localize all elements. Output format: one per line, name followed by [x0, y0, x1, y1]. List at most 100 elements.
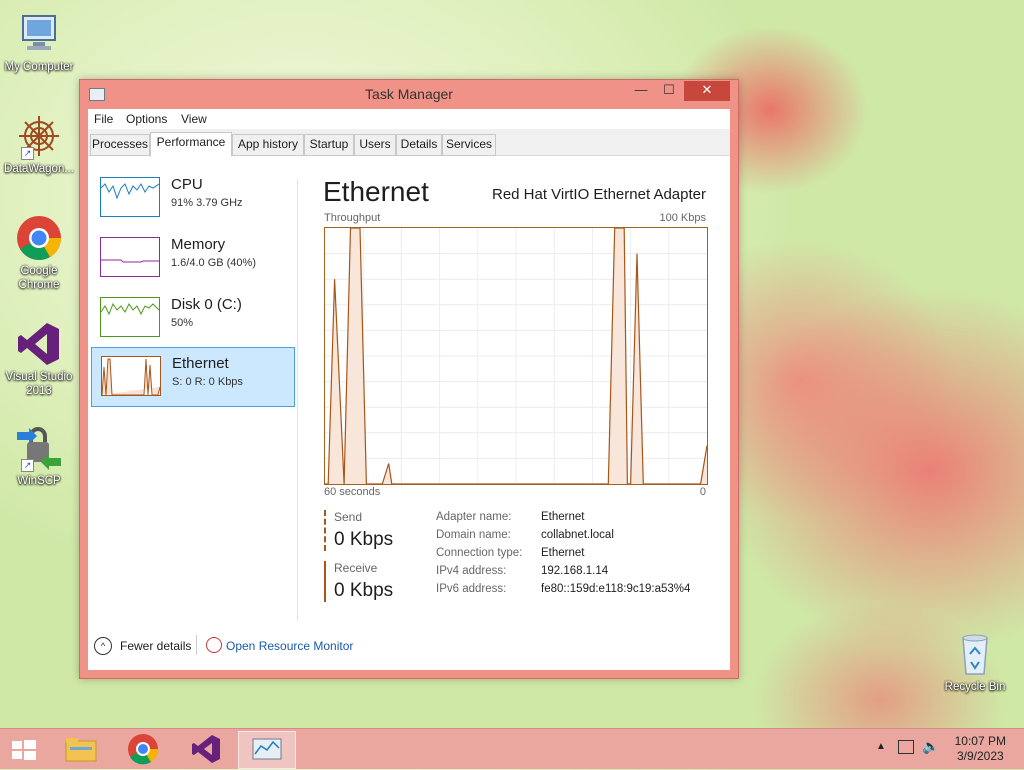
- desktop-icon-my-computer[interactable]: My Computer: [0, 10, 78, 74]
- title-bar[interactable]: Task Manager — ☐ ✕: [80, 80, 738, 108]
- desktop-icon-winscp[interactable]: ↗ WinSCP: [0, 424, 78, 488]
- network-icon[interactable]: [898, 740, 914, 754]
- desktop-icon-google-chrome[interactable]: Google Chrome: [0, 214, 78, 292]
- task-manager-icon: [252, 738, 282, 760]
- receive-stat: Receive 0 Kbps: [324, 561, 416, 602]
- desktop-icon-datawagon[interactable]: ↗ DataWagon...: [0, 112, 78, 176]
- open-resource-monitor-link[interactable]: Open Resource Monitor: [226, 639, 353, 653]
- tab-users[interactable]: Users: [354, 134, 396, 156]
- desktop-icon-label: Google Chrome: [18, 265, 60, 291]
- detail-value: Ethernet: [541, 511, 585, 523]
- send-value: 0 Kbps: [334, 529, 394, 550]
- sidebar-item-title: Memory: [171, 236, 226, 253]
- maximize-button[interactable]: ☐: [656, 81, 682, 101]
- winscp-icon: ↗: [15, 424, 63, 472]
- sidebar-item-title: Ethernet: [172, 355, 229, 372]
- detail-value: 192.168.1.14: [541, 565, 609, 577]
- x-axis-right-label: 0: [699, 486, 706, 498]
- detail-key: IPv6 address:: [436, 583, 507, 595]
- receive-value: 0 Kbps: [334, 580, 394, 601]
- windows-logo-icon: [12, 740, 36, 760]
- taskbar: ▲ 🔈 10:07 PM 3/9/2023: [0, 728, 1024, 769]
- recycle-bin-icon: [951, 630, 999, 678]
- datawagon-icon: ↗: [15, 112, 63, 160]
- detail-value: Ethernet: [541, 547, 585, 559]
- tab-services[interactable]: Services: [442, 134, 496, 156]
- chrome-icon: [15, 214, 63, 262]
- desktop-icon-visual-studio[interactable]: Visual Studio 2013: [0, 320, 78, 398]
- sidebar-item-subtitle: S: 0 R: 0 Kbps: [172, 376, 243, 388]
- tab-startup[interactable]: Startup: [304, 134, 354, 156]
- sidebar-item-title: Disk 0 (C:): [171, 296, 242, 313]
- minimize-button[interactable]: —: [628, 81, 654, 101]
- sidebar-item-cpu[interactable]: CPU 91% 3.79 GHz: [91, 169, 293, 227]
- send-stat: Send 0 Kbps: [324, 510, 416, 551]
- taskbar-file-explorer[interactable]: [56, 731, 106, 767]
- disk-thumbnail-graph: [100, 297, 160, 337]
- throughput-label: Throughput: [324, 212, 381, 224]
- detail-key: Adapter name:: [436, 511, 512, 523]
- sidebar-item-disk[interactable]: Disk 0 (C:) 50%: [91, 289, 293, 347]
- show-hidden-icons-button[interactable]: ▲: [876, 741, 886, 752]
- visual-studio-icon: [192, 735, 220, 763]
- desktop-icon-recycle-bin[interactable]: Recycle Bin: [936, 630, 1014, 694]
- desktop-icon-label: DataWagon...: [4, 163, 74, 175]
- x-axis-left-label: 60 seconds: [324, 486, 381, 498]
- taskbar-chrome[interactable]: [118, 731, 168, 767]
- resource-monitor-icon: [206, 637, 222, 653]
- computer-icon: [15, 10, 63, 58]
- sidebar-item-subtitle: 91% 3.79 GHz: [171, 197, 243, 209]
- detail-value: collabnet.local: [541, 529, 614, 541]
- footer-divider: [196, 635, 197, 655]
- tab-app-history[interactable]: App history: [232, 134, 304, 156]
- chrome-icon: [128, 734, 159, 765]
- memory-thumbnail-graph: [100, 237, 160, 277]
- adapter-name-heading: Red Hat VirtIO Ethernet Adapter: [491, 186, 706, 203]
- desktop-icon-label: WinSCP: [17, 475, 61, 487]
- sidebar-item-subtitle: 50%: [171, 317, 194, 329]
- visual-studio-icon: [15, 320, 63, 368]
- send-label: Send: [334, 510, 363, 524]
- detail-key: Connection type:: [436, 547, 523, 559]
- shortcut-arrow-icon: ↗: [21, 459, 34, 472]
- tab-processes[interactable]: Processes: [90, 134, 150, 156]
- page-title: Ethernet: [323, 176, 429, 207]
- sidebar-item-memory[interactable]: Memory 1.6/4.0 GB (40%): [91, 229, 293, 287]
- window-client: File Options View Processes Performance …: [88, 109, 730, 670]
- throughput-graph-svg: [325, 227, 708, 485]
- fewer-details-button[interactable]: Fewer details: [120, 639, 191, 653]
- tab-performance[interactable]: Performance: [150, 132, 232, 157]
- menu-file[interactable]: File: [94, 112, 113, 126]
- max-value-label: 100 Kbps: [659, 212, 706, 224]
- throughput-graph: [324, 227, 708, 485]
- tab-strip: Processes Performance App history Startu…: [88, 129, 730, 157]
- desktop-icon-label: Visual Studio 2013: [5, 371, 73, 397]
- task-manager-window[interactable]: Task Manager — ☐ ✕ File Options View Pro…: [79, 79, 739, 679]
- close-button[interactable]: ✕: [684, 81, 730, 101]
- sidebar-item-ethernet[interactable]: Ethernet S: 0 R: 0 Kbps: [91, 347, 295, 407]
- menu-options[interactable]: Options: [126, 112, 167, 126]
- detail-key: IPv4 address:: [436, 565, 507, 577]
- clock[interactable]: 10:07 PM 3/9/2023: [955, 734, 1006, 764]
- tab-details[interactable]: Details: [396, 134, 442, 156]
- volume-icon[interactable]: 🔈: [922, 738, 939, 755]
- menu-view[interactable]: View: [181, 112, 207, 126]
- detail-value: fe80::159d:e118:9c19:a53%4: [541, 583, 691, 595]
- detail-key: Domain name:: [436, 529, 511, 541]
- ethernet-thumbnail-graph: [101, 356, 161, 396]
- pane-divider[interactable]: [297, 179, 298, 621]
- start-button[interactable]: [0, 731, 48, 767]
- receive-label: Receive: [334, 561, 378, 575]
- desktop-icon-label: Recycle Bin: [944, 681, 1006, 693]
- desktop-icon-label: My Computer: [4, 61, 74, 73]
- taskbar-visual-studio[interactable]: [180, 731, 230, 767]
- shortcut-arrow-icon: ↗: [21, 147, 34, 160]
- chevron-up-icon[interactable]: ^: [94, 637, 112, 655]
- cpu-thumbnail-graph: [100, 177, 160, 217]
- clock-time: 10:07 PM: [954, 734, 1006, 748]
- folder-icon: [65, 738, 97, 762]
- menu-bar: File Options View: [88, 109, 730, 129]
- sidebar-item-title: CPU: [171, 176, 203, 193]
- sidebar-item-subtitle: 1.6/4.0 GB (40%): [171, 257, 256, 269]
- taskbar-task-manager[interactable]: [238, 731, 296, 769]
